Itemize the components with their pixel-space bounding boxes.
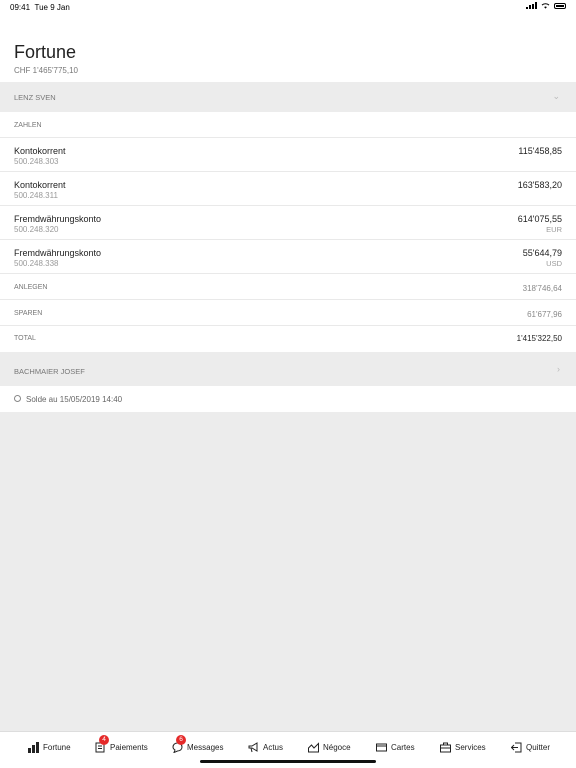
account-amount: 163'583,20 [517,180,562,190]
account-row[interactable]: Fremdwährungskonto 500.248.338 55'644,79… [0,240,576,274]
account-amount: 115'458,85 [518,146,562,156]
total-amount: 1'415'322,50 [516,334,562,343]
account-number: 500.248.320 [14,225,59,234]
status-bar: 09:41 Tue 9 Jan [0,0,576,14]
account-number: 500.248.338 [14,259,59,268]
account-name: Kontokorrent [14,180,66,190]
owner-name: LENZ SVEN [14,93,56,102]
balance-date-text: Solde au 15/05/2019 14:40 [26,395,123,404]
account-list: ZAHLEN Kontokorrent 500.248.303 115'458,… [0,112,576,352]
owner-header-bachmaier[interactable]: BACHMAIER JOSEF › [0,356,576,386]
account-currency: USD [546,259,562,268]
notification-badge: 4 [99,735,109,745]
account-currency: EUR [546,225,562,234]
tab-actus[interactable]: Actus [248,742,283,753]
category-row[interactable]: ANLEGEN 318'746,64 [0,274,576,300]
category-amount: 318'746,64 [522,284,562,293]
tab-label: Négoce [323,743,351,752]
tab-label: Quitter [526,743,551,752]
tab-messages[interactable]: 6 Messages [172,735,224,754]
balance-timestamp: Solde au 15/05/2019 14:40 [0,386,576,412]
tab-label: Fortune [43,743,71,752]
card-icon [376,742,387,753]
status-icons [526,2,566,9]
tab-label: Actus [263,743,284,752]
chat-icon: 6 [172,735,186,754]
owner-name: BACHMAIER JOSEF [14,367,85,376]
total-row: TOTAL 1'415'322,50 [0,326,576,352]
category-amount: 61'677,96 [527,310,562,319]
clock-icon [14,395,21,402]
payment-icon: 4 [95,735,109,753]
owner-section-bachmaier: BACHMAIER JOSEF › Solde au 15/05/2019 14… [0,356,576,412]
account-name: Kontokorrent [14,146,66,156]
account-row[interactable]: Kontokorrent 500.248.303 115'458,85 [0,138,576,172]
trend-icon [308,742,319,753]
tab-cartes[interactable]: Cartes [376,742,415,753]
wifi-icon [541,3,550,9]
status-time: 09:41 Tue 9 Jan [10,3,70,12]
account-row[interactable]: Fremdwährungskonto 500.248.320 614'075,5… [0,206,576,240]
group-label: ZAHLEN [14,122,42,129]
account-name: Fremdwährungskonto [14,248,102,258]
tab-paiements[interactable]: 4 Paiements [95,735,148,753]
megaphone-icon [248,742,259,753]
account-amount: 55'644,79 [522,248,562,258]
tab-negoce[interactable]: Négoce [308,742,351,753]
page-header: Fortune CHF 1'465'775,10 [0,14,576,82]
tab-label: Cartes [391,743,415,752]
total-fortune: CHF 1'465'775,10 [14,66,78,75]
group-header: ZAHLEN [0,112,576,138]
chevron-down-icon: ⌄ [552,91,560,101]
tab-services[interactable]: Services [440,742,486,753]
total-label: TOTAL [14,335,36,342]
tab-quitter[interactable]: Quitter [510,742,551,753]
bar-chart-icon [28,742,39,753]
tab-label: Messages [187,743,224,752]
category-label: SPAREN [14,310,43,317]
battery-icon [554,2,566,9]
home-indicator[interactable] [200,760,376,763]
tab-label: Paiements [110,743,148,752]
account-row[interactable]: Kontokorrent 500.248.311 163'583,20 [0,172,576,206]
briefcase-icon [440,742,451,753]
notification-badge: 6 [176,735,186,745]
account-number: 500.248.311 [14,191,58,200]
category-label: ANLEGEN [14,284,48,291]
owner-header-lenz[interactable]: LENZ SVEN ⌄ [0,82,576,112]
account-number: 500.248.303 [14,157,59,166]
signal-icon [526,2,537,9]
owner-section-lenz: LENZ SVEN ⌄ ZAHLEN Kontokorrent 500.248.… [0,82,576,352]
logout-icon [510,742,522,753]
account-amount: 614'075,55 [517,214,562,224]
category-row[interactable]: SPAREN 61'677,96 [0,300,576,326]
account-name: Fremdwährungskonto [14,214,102,224]
page-title: Fortune [14,42,77,62]
tab-fortune[interactable]: Fortune [28,742,71,753]
tab-label: Services [455,743,486,752]
chevron-right-icon: › [557,364,560,374]
